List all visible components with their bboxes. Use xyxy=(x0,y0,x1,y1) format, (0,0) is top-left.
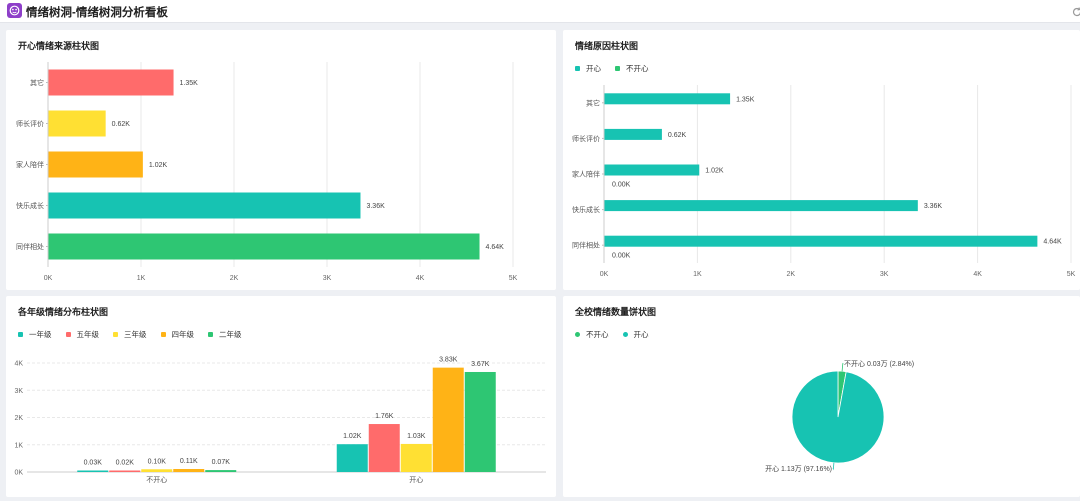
y-tick-label: 其它 xyxy=(586,98,600,107)
bar xyxy=(48,233,480,260)
x-tick-label: 0K xyxy=(600,271,609,278)
y-tick-label: 师长评价 xyxy=(572,134,600,143)
bar-happy xyxy=(604,235,1038,247)
y-tick-label: 家人陪伴 xyxy=(16,160,44,169)
x-tick-label: 5K xyxy=(509,275,518,282)
y-tick-label: 同伴相处 xyxy=(572,241,600,250)
y-tick-label: 快乐成长 xyxy=(572,205,600,214)
y-tick-label: 2K xyxy=(14,415,23,422)
data-label: 1.02K xyxy=(343,433,362,440)
y-tick-label: 快乐成长 xyxy=(16,201,44,210)
data-label: 0.07K xyxy=(212,459,231,466)
x-tick-label: 0K xyxy=(44,275,53,282)
data-label: 1.35K xyxy=(736,96,755,103)
y-tick-label: 家人陪伴 xyxy=(572,170,600,179)
data-label: 4.64K xyxy=(1043,239,1062,246)
x-tick-label: 4K xyxy=(416,275,425,282)
x-tick-label: 3K xyxy=(880,271,889,278)
data-label: 3.36K xyxy=(924,203,943,210)
bar xyxy=(141,469,173,472)
x-tick-label: 2K xyxy=(787,271,796,278)
y-tick-label: 其它 xyxy=(30,78,44,87)
pie-slice xyxy=(791,370,885,464)
x-tick-label: 不开心 xyxy=(146,476,167,484)
data-label: 0.00K xyxy=(612,253,631,260)
emotion-reason-bar-chart: 0K 1K 2K 3K 4K 5K 其它 1.35K 师长评价 0.62K 家人陪伴 1.02K 0.0… xyxy=(572,85,1076,278)
data-label: 0.03K xyxy=(84,460,103,467)
bar-happy xyxy=(604,128,662,140)
happy-source-bar-chart: 0K 1K 2K 3K 4K 5K 其它 1.35K 师长评价 0.62K 家人陪伴 1.02K 快乐成… xyxy=(16,62,518,282)
bar xyxy=(368,424,400,472)
y-tick-label: 师长评价 xyxy=(16,119,44,128)
data-label: 0.10K xyxy=(148,458,167,465)
school-emotion-pie-chart: 不开心 0.03万 (2.84%) 开心 1.13万 (97.16%) xyxy=(765,360,914,473)
bar xyxy=(173,469,205,472)
emotion-reason-chart-panel: 情绪原因柱状图 开心 不开心 0K 1K 2K 3K 4K 5K 其它 1.35K 师长评价 0.… xyxy=(563,30,1080,290)
x-tick-label: 1K xyxy=(137,275,146,282)
x-tick-label: 1K xyxy=(693,271,702,278)
y-tick-label: 3K xyxy=(14,388,23,395)
data-label: 1.35K xyxy=(180,80,199,87)
school-emotion-pie-panel: 全校情绪数量饼状图 不开心 开心 不开心 0.03万 (2.84%) 开心 1.1… xyxy=(563,296,1080,497)
data-label: 0.62K xyxy=(112,121,131,128)
data-label: 1.02K xyxy=(705,168,724,175)
bar xyxy=(464,371,496,472)
data-label: 3.83K xyxy=(439,357,458,364)
x-tick-label: 4K xyxy=(973,271,982,278)
pie-label: 不开心 0.03万 (2.84%) xyxy=(844,360,914,368)
data-label: 3.67K xyxy=(471,361,490,368)
header-bar: 情绪树洞-情绪树洞分析看板 xyxy=(0,0,1080,23)
data-label: 0.11K xyxy=(180,458,198,465)
bar-happy xyxy=(604,164,700,176)
bar xyxy=(432,367,464,472)
bar xyxy=(48,69,174,96)
bar-happy xyxy=(604,200,918,212)
bar xyxy=(48,151,143,178)
bar xyxy=(205,470,237,472)
data-label: 0.62K xyxy=(668,132,687,139)
happy-source-chart-panel: 开心情绪来源柱状图 0K 1K 2K 3K 4K 5K 其它 1.35K 师长评价 0.62K 家人… xyxy=(6,30,556,290)
data-label: 1.76K xyxy=(375,413,394,420)
y-tick-label: 4K xyxy=(14,361,23,368)
grade-distribution-bar-chart: 0K 1K 2K 3K 4K 不开心 0.03K 0.02K 0.10K 0.11K 0.07K 开心… xyxy=(14,357,546,484)
data-label: 0.02K xyxy=(116,460,135,467)
bar xyxy=(400,443,432,472)
bar xyxy=(77,470,109,472)
data-label: 3.36K xyxy=(366,203,385,210)
x-tick-label: 开心 xyxy=(409,476,423,484)
grade-distribution-chart-panel: 各年级情绪分布柱状图 一年级 五年级 三年级 四年级 二年级 0K 1K 2K 3K 4… xyxy=(6,296,556,497)
pie-label-line xyxy=(832,462,835,471)
data-label: 0.00K xyxy=(612,182,631,189)
bar xyxy=(109,470,141,472)
x-tick-label: 3K xyxy=(323,275,332,282)
x-tick-label: 2K xyxy=(230,275,239,282)
bar xyxy=(336,444,368,472)
bar xyxy=(48,110,106,137)
data-label: 1.03K xyxy=(407,433,426,440)
y-tick-label: 同伴相处 xyxy=(16,242,44,251)
refresh-icon[interactable] xyxy=(1071,5,1080,17)
pie-label: 开心 1.13万 (97.16%) xyxy=(765,465,832,473)
bar xyxy=(48,192,361,219)
page-title: 情绪树洞-情绪树洞分析看板 xyxy=(26,7,168,19)
y-tick-label: 0K xyxy=(14,470,23,477)
emotion-face-icon xyxy=(7,3,22,18)
data-label: 1.02K xyxy=(149,162,168,169)
y-tick-label: 1K xyxy=(14,442,23,449)
x-tick-label: 5K xyxy=(1067,271,1076,278)
data-label: 4.64K xyxy=(486,244,505,251)
pie-label-line xyxy=(841,362,844,372)
bar-happy xyxy=(604,93,731,105)
